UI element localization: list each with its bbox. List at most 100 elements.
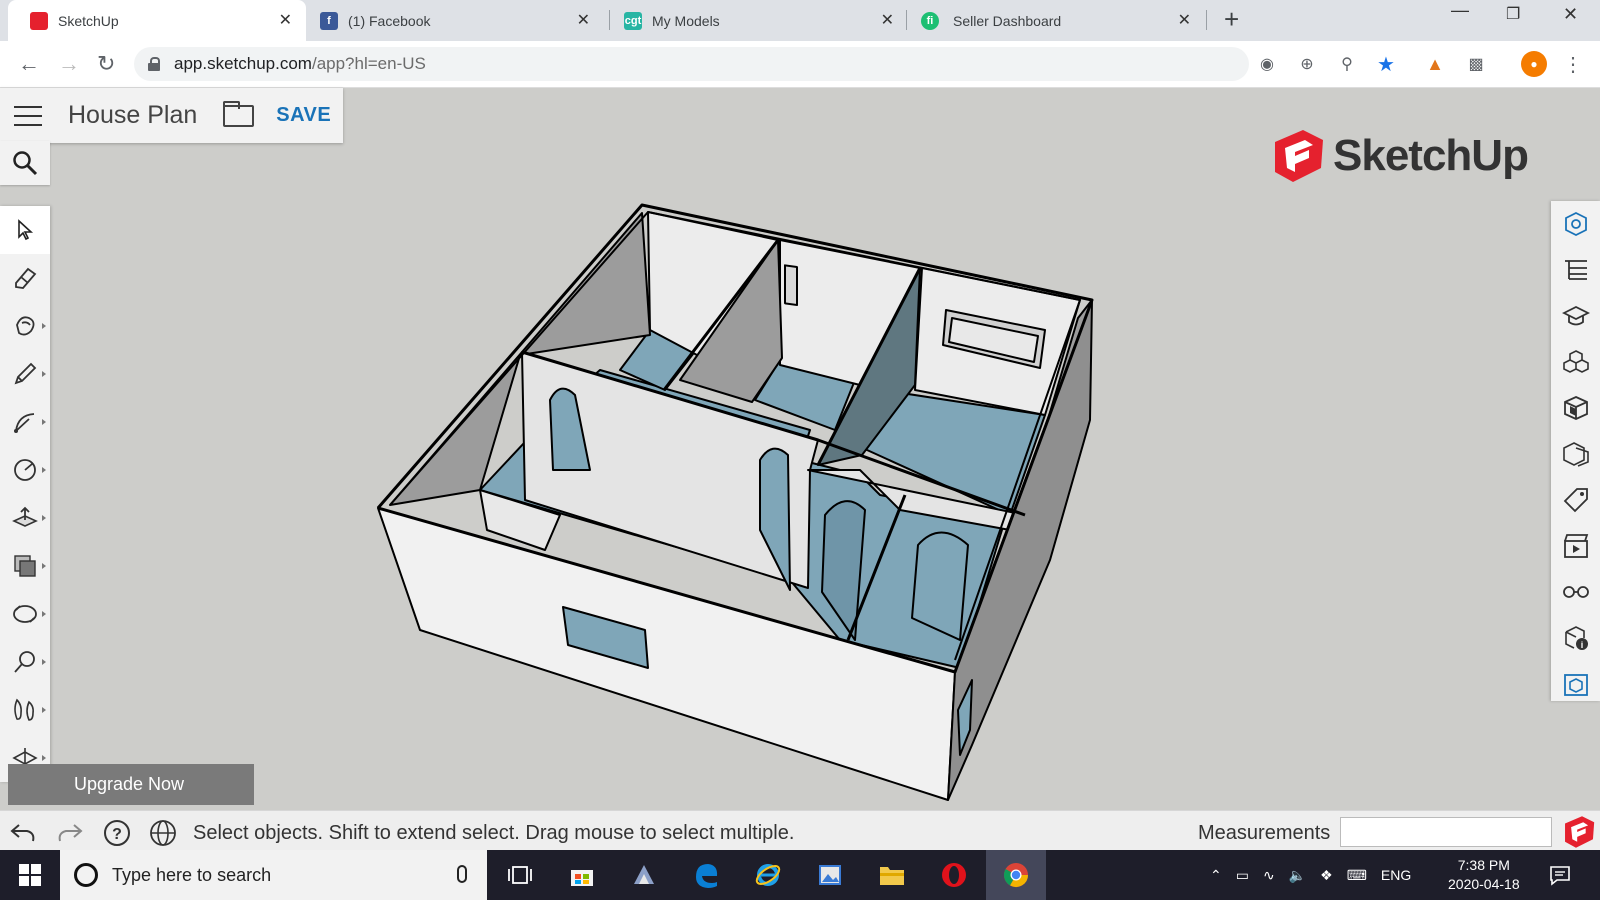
forward-icon[interactable]: → (58, 51, 80, 77)
save-button[interactable]: SAVE (276, 104, 331, 127)
battery-icon[interactable]: ▭ (1236, 867, 1249, 884)
close-tab-icon[interactable]: ✕ (577, 10, 590, 30)
house-plan-model (376, 203, 1094, 801)
tab-sketchup[interactable]: SketchUp ✕ (8, 0, 306, 41)
edge-icon (696, 864, 718, 888)
new-tab-button[interactable]: + (1224, 4, 1239, 35)
tab-facebook[interactable]: f (1) Facebook ✕ (306, 0, 604, 41)
tool-orbit[interactable] (0, 590, 50, 638)
browser-menu-icon[interactable]: ⋮ (1562, 53, 1584, 76)
task-view-button[interactable] (490, 850, 550, 900)
panel-outliner[interactable] (1551, 247, 1600, 293)
panel-scenes[interactable] (1551, 523, 1600, 569)
taskbar-photos[interactable] (800, 850, 860, 900)
menu-hamburger-icon[interactable] (14, 105, 42, 126)
profile-avatar-icon[interactable]: ● (1521, 51, 1547, 77)
open-folder-icon[interactable] (223, 100, 255, 127)
tab-divider (1206, 10, 1207, 30)
tool-arc[interactable] (0, 398, 50, 446)
wall-top-inner-outline (389, 211, 1081, 661)
panel-tags[interactable] (1551, 477, 1600, 523)
search-button[interactable] (0, 141, 50, 185)
restore-window-icon[interactable]: ❐ (1506, 4, 1520, 24)
url-field[interactable]: app.sketchup.com/app?hl=en-US (134, 47, 1249, 81)
panel-solid-tools[interactable] (1551, 661, 1600, 707)
bookmark-star-icon[interactable]: ★ (1375, 53, 1397, 76)
tool-paint-bucket[interactable] (0, 302, 50, 350)
walk-icon (14, 698, 34, 721)
taskbar-clock[interactable]: 7:38 PM 2020-04-18 (1448, 856, 1520, 894)
close-window-icon[interactable]: ✕ (1563, 4, 1578, 25)
tab-my-models[interactable]: cgt My Models ✕ (610, 0, 908, 41)
taskbar-internet-explorer[interactable] (738, 850, 798, 900)
extension-icon[interactable]: ▩ (1465, 53, 1487, 75)
blocked-cookie-icon[interactable]: ◉ (1256, 53, 1278, 75)
keyboard-icon[interactable]: ⌨ (1347, 867, 1367, 884)
close-tab-icon[interactable]: ✕ (1178, 10, 1191, 30)
install-app-icon[interactable]: ⊕ (1296, 53, 1318, 75)
back-icon[interactable]: ← (18, 51, 40, 77)
tool-push-pull[interactable] (0, 494, 50, 542)
window-front (562, 606, 649, 669)
metamask-extension-icon[interactable]: ▲ (1424, 53, 1446, 75)
minimize-window-icon[interactable]: — (1451, 0, 1469, 21)
panel-model-info[interactable]: i (1551, 615, 1600, 661)
show-hidden-icons-icon[interactable]: ⌃ (1210, 867, 1222, 884)
tool-tape-measure[interactable] (0, 638, 50, 686)
undo-button[interactable] (8, 818, 38, 848)
opera-icon (942, 863, 966, 887)
volume-icon[interactable]: 🔈 (1289, 867, 1306, 884)
taskbar-edge[interactable] (676, 850, 736, 900)
measurements-input[interactable] (1340, 817, 1552, 847)
cortana-icon (74, 863, 98, 887)
eraser-icon (15, 267, 37, 289)
reload-icon[interactable]: ↻ (97, 51, 115, 77)
tab-seller-dashboard[interactable]: fi Seller Dashboard ✕ (907, 0, 1205, 41)
tool-select[interactable] (0, 206, 50, 254)
tags-icon (1563, 488, 1588, 513)
panel-display[interactable] (1551, 569, 1600, 615)
action-center-button[interactable] (1530, 850, 1590, 900)
microphone-icon[interactable] (457, 865, 467, 883)
redo-button[interactable] (55, 818, 85, 848)
taskbar-search-placeholder: Type here to search (112, 864, 272, 885)
taskbar-file-explorer[interactable] (862, 850, 922, 900)
partition-top-3 (816, 267, 922, 466)
zoom-icon[interactable]: ⚲ (1336, 53, 1358, 75)
panel-materials[interactable] (1551, 385, 1600, 431)
help-icon: ? (104, 820, 130, 846)
close-tab-icon[interactable]: ✕ (279, 10, 292, 30)
tool-circle[interactable] (0, 446, 50, 494)
tool-pencil[interactable] (0, 350, 50, 398)
dropbox-icon[interactable]: ❖ (1320, 867, 1333, 884)
svg-text:i: i (1580, 640, 1583, 650)
tool-walk[interactable] (0, 686, 50, 734)
task-view-icon (508, 866, 532, 884)
panel-entity-info[interactable] (1551, 201, 1600, 247)
taskbar-chrome[interactable] (986, 850, 1046, 900)
upgrade-now-button[interactable]: Upgrade Now (8, 764, 254, 805)
wall-right-face (947, 299, 1093, 801)
model-title[interactable]: House Plan (68, 101, 197, 130)
arch-door-1 (549, 387, 591, 471)
partition-top-1 (521, 350, 1026, 517)
language-indicator[interactable]: ENG (1381, 867, 1411, 883)
panel-components[interactable] (1551, 339, 1600, 385)
language-button[interactable] (148, 818, 178, 848)
help-button[interactable]: ? (102, 818, 132, 848)
circle-icon (14, 459, 36, 481)
close-tab-icon[interactable]: ✕ (881, 10, 894, 30)
tab-title: My Models (652, 12, 720, 29)
panel-instructor[interactable] (1551, 293, 1600, 339)
start-button[interactable] (0, 850, 60, 900)
taskbar-store[interactable] (552, 850, 612, 900)
tool-eraser[interactable] (0, 254, 50, 302)
outliner-icon (1564, 260, 1587, 280)
wifi-icon[interactable]: ∿ (1263, 867, 1275, 884)
tool-offset[interactable] (0, 542, 50, 590)
panel-styles[interactable] (1551, 431, 1600, 477)
taskbar-app-drawing[interactable] (614, 850, 674, 900)
taskbar-search-box[interactable]: Type here to search (60, 850, 487, 900)
wall-back-c (914, 267, 1081, 416)
taskbar-opera[interactable] (924, 850, 984, 900)
